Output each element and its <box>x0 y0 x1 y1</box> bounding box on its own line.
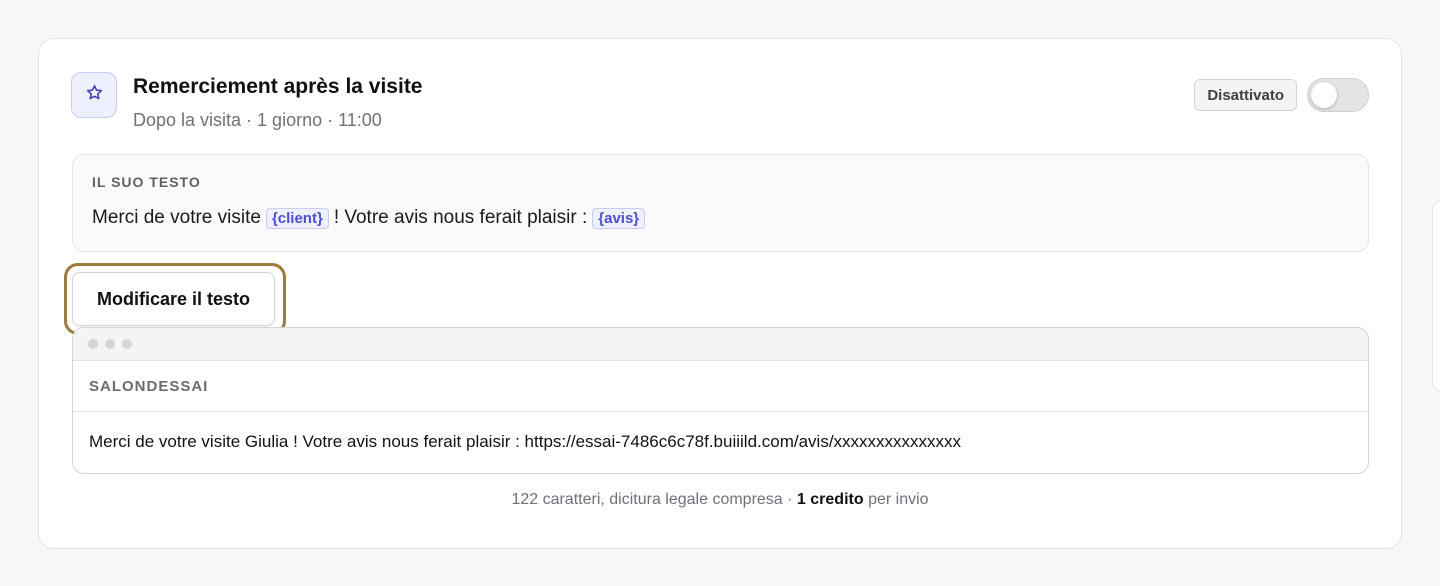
character-count-note: 122 caratteri, dicitura legale compresa … <box>39 491 1401 509</box>
star-icon <box>86 84 103 106</box>
preview-window-bar <box>73 328 1368 361</box>
automation-card: Remerciement après la visite Dopo la vis… <box>38 38 1402 549</box>
message-template-text: Merci de votre visite {client} ! Votre a… <box>92 207 650 229</box>
template-text-start: Merci de votre visite <box>92 207 261 228</box>
message-template-label: IL SUO TESTO <box>92 174 201 190</box>
status-badge: Disattivato <box>1194 79 1297 111</box>
template-text-middle: ! Votre avis nous ferait plaisir : <box>333 207 588 228</box>
sms-preview: SALONDESSAI Merci de votre visite Giulia… <box>72 327 1369 474</box>
window-dot <box>122 339 132 349</box>
char-count-text: 122 caratteri, dicitura legale compresa … <box>511 491 793 508</box>
automation-schedule: Dopo la visita · 1 giorno · 11:00 <box>133 110 382 130</box>
automation-icon-box <box>71 72 117 118</box>
edit-text-button[interactable]: Modificare il testo <box>72 272 275 326</box>
card-header: Remerciement après la visite Dopo la vis… <box>71 72 1369 132</box>
preview-message: Merci de votre visite Giulia ! Votre avi… <box>89 432 962 451</box>
window-dot <box>88 339 98 349</box>
client-variable-chip: {client} <box>265 207 329 229</box>
window-dot <box>105 339 115 349</box>
message-template-box: IL SUO TESTO Merci de votre visite {clie… <box>72 154 1369 252</box>
preview-sender: SALONDESSAI <box>73 361 1368 412</box>
per-send-text: per invio <box>868 491 929 508</box>
toggle-knob <box>1311 82 1337 108</box>
side-panel-edge <box>1432 200 1440 392</box>
avis-variable-chip: {avis} <box>592 207 646 229</box>
enable-toggle[interactable] <box>1307 78 1369 112</box>
automation-title: Remerciement après la visite <box>133 75 423 98</box>
credit-count: 1 credito <box>796 491 864 508</box>
